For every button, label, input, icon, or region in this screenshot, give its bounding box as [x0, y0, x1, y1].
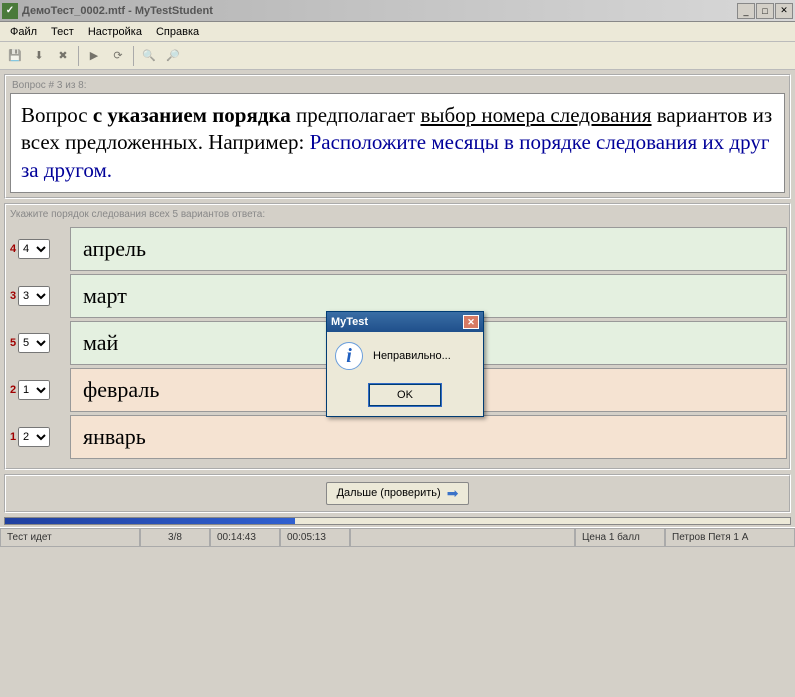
qtext: предполагает [291, 103, 421, 127]
options-legend: Укажите порядок следования всех 5 вариан… [8, 207, 787, 224]
question-panel: Вопрос # 3 из 8: Вопрос с указанием поря… [4, 74, 791, 199]
minimize-button[interactable]: _ [737, 3, 755, 19]
row-number: 5 [8, 321, 18, 365]
dialog-titlebar: MyTest ✕ [327, 312, 483, 332]
status-state: Тест идет [0, 528, 140, 547]
cancel-icon[interactable]: ✖ [52, 45, 74, 67]
info-icon: i [335, 342, 363, 370]
option-row: 412345 апрель [8, 227, 787, 271]
dialog-close-button[interactable]: ✕ [463, 315, 479, 329]
order-select[interactable]: 12345 [18, 286, 50, 306]
window-titlebar: ✓ ДемоТест_0002.mtf - MyTestStudent _ □ … [0, 0, 795, 22]
maximize-button[interactable]: □ [756, 3, 774, 19]
next-button[interactable]: Дальше (проверить) ➡ [326, 482, 470, 505]
row-number: 3 [8, 274, 18, 318]
app-icon: ✓ [2, 3, 18, 19]
status-spacer [350, 528, 575, 547]
progress-bar [4, 517, 791, 525]
arrow-right-icon: ➡ [447, 485, 459, 502]
menu-settings[interactable]: Настройка [82, 24, 148, 40]
status-student: Петров Петя 1 А [665, 528, 795, 547]
down-icon[interactable]: ⬇ [28, 45, 50, 67]
option-row: 112345 январь [8, 415, 787, 459]
status-time1: 00:14:43 [210, 528, 280, 547]
save-icon[interactable]: 💾 [4, 45, 26, 67]
option-card: апрель [70, 227, 787, 271]
menu-file[interactable]: Файл [4, 24, 43, 40]
qtext: Вопрос [21, 103, 93, 127]
status-score: Цена 1 балл [575, 528, 665, 547]
order-select[interactable]: 12345 [18, 239, 50, 259]
refresh-icon[interactable]: ⟳ [107, 45, 129, 67]
option-card: январь [70, 415, 787, 459]
order-select[interactable]: 12345 [18, 333, 50, 353]
dialog-ok-button[interactable]: OK [369, 384, 441, 406]
menu-test[interactable]: Тест [45, 24, 80, 40]
row-number: 4 [8, 227, 18, 271]
dialog-title: MyTest [331, 316, 463, 328]
zoom-out-icon[interactable]: 🔎 [162, 45, 184, 67]
window-title: ДемоТест_0002.mtf - MyTestStudent [22, 5, 737, 17]
status-progress: 3/8 [140, 528, 210, 547]
toolbar: 💾 ⬇ ✖ ▶ ⟳ 🔍 🔎 [0, 42, 795, 70]
separator [133, 46, 134, 66]
order-select[interactable]: 12345 [18, 380, 50, 400]
bottom-panel: Дальше (проверить) ➡ [4, 474, 791, 513]
row-number: 2 [8, 368, 18, 412]
play-icon[interactable]: ▶ [83, 45, 105, 67]
feedback-dialog: MyTest ✕ i Неправильно... OK [326, 311, 484, 417]
dialog-message: Неправильно... [373, 350, 451, 362]
qtext-underline: выбор номера следования [420, 103, 651, 127]
qtext-bold: с указанием порядка [93, 103, 291, 127]
separator [78, 46, 79, 66]
menubar: Файл Тест Настройка Справка [0, 22, 795, 42]
close-button[interactable]: ✕ [775, 3, 793, 19]
next-button-label: Дальше (проверить) [337, 487, 441, 499]
row-number: 1 [8, 415, 18, 459]
status-time2: 00:05:13 [280, 528, 350, 547]
order-select[interactable]: 12345 [18, 427, 50, 447]
menu-help[interactable]: Справка [150, 24, 205, 40]
statusbar: Тест идет 3/8 00:14:43 00:05:13 Цена 1 б… [0, 527, 795, 547]
question-text: Вопрос с указанием порядка предполагает … [10, 93, 785, 193]
question-legend: Вопрос # 3 из 8: [10, 78, 785, 93]
progress-fill [5, 518, 295, 524]
zoom-in-icon[interactable]: 🔍 [138, 45, 160, 67]
